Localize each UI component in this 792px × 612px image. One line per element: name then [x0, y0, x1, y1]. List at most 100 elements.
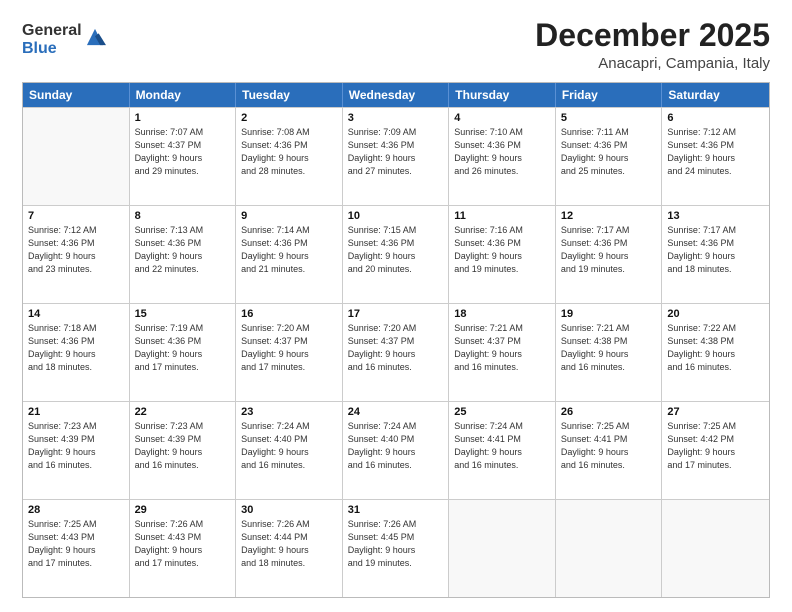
- day-number: 9: [241, 210, 337, 222]
- calendar-header: SundayMondayTuesdayWednesdayThursdayFrid…: [23, 83, 769, 107]
- day-info: Sunrise: 7:26 AM Sunset: 4:43 PM Dayligh…: [135, 518, 231, 570]
- calendar-week: 7 Sunrise: 7:12 AM Sunset: 4:36 PM Daylig…: [23, 205, 769, 303]
- day-number: 7: [28, 210, 124, 222]
- main-title: December 2025: [535, 18, 770, 53]
- day-number: 18: [454, 308, 550, 320]
- calendar-cell: 13Sunrise: 7:17 AM Sunset: 4:36 PM Dayli…: [662, 206, 769, 303]
- day-number: 11: [454, 210, 550, 222]
- header: General Blue December 2025 Anacapri, Cam…: [22, 18, 770, 72]
- day-info: Sunrise: 7:16 AM Sunset: 4:36 PM Dayligh…: [454, 224, 550, 276]
- calendar-header-cell: Monday: [130, 83, 237, 107]
- calendar-cell: [23, 108, 130, 205]
- day-number: 28: [28, 504, 124, 516]
- day-number: 13: [667, 210, 764, 222]
- calendar-cell: 15 Sunrise: 7:19 AM Sunset: 4:36 PM Dayli…: [130, 304, 237, 401]
- day-number: 10: [348, 210, 444, 222]
- day-number: 4: [454, 112, 550, 124]
- calendar-header-cell: Saturday: [662, 83, 769, 107]
- day-info: Sunrise: 7:24 AM Sunset: 4:40 PM Dayligh…: [241, 420, 337, 472]
- day-info: Sunrise: 7:20 AM Sunset: 4:37 PM Dayligh…: [348, 322, 444, 374]
- day-info: Sunrise: 7:10 AM Sunset: 4:36 PM Dayligh…: [454, 126, 550, 178]
- page: General Blue December 2025 Anacapri, Cam…: [0, 0, 792, 612]
- calendar-header-cell: Sunday: [23, 83, 130, 107]
- day-info: Sunrise: 7:23 AM Sunset: 4:39 PM Dayligh…: [28, 420, 124, 472]
- calendar-header-cell: Friday: [556, 83, 663, 107]
- calendar-header-cell: Thursday: [449, 83, 556, 107]
- day-info: Sunrise: 7:25 AM Sunset: 4:42 PM Dayligh…: [667, 420, 764, 472]
- day-number: 5: [561, 112, 657, 124]
- calendar-cell: 27 Sunrise: 7:25 AM Sunset: 4:42 PM Dayli…: [662, 402, 769, 499]
- calendar-cell: 19 Sunrise: 7:21 AM Sunset: 4:38 PM Dayli…: [556, 304, 663, 401]
- day-number: 29: [135, 504, 231, 516]
- calendar: SundayMondayTuesdayWednesdayThursdayFrid…: [22, 82, 770, 598]
- title-block: December 2025 Anacapri, Campania, Italy: [535, 18, 770, 72]
- calendar-week: 28 Sunrise: 7:25 AM Sunset: 4:43 PM Dayli…: [23, 499, 769, 597]
- day-info: Sunrise: 7:11 AM Sunset: 4:36 PM Dayligh…: [561, 126, 657, 178]
- day-info: Sunrise: 7:24 AM Sunset: 4:41 PM Dayligh…: [454, 420, 550, 472]
- calendar-week: 14 Sunrise: 7:18 AM Sunset: 4:36 PM Dayli…: [23, 303, 769, 401]
- day-info: Sunrise: 7:19 AM Sunset: 4:36 PM Dayligh…: [135, 322, 231, 374]
- day-info: Sunrise: 7:22 AM Sunset: 4:38 PM Dayligh…: [667, 322, 764, 374]
- day-number: 14: [28, 308, 124, 320]
- day-info: Sunrise: 7:21 AM Sunset: 4:37 PM Dayligh…: [454, 322, 550, 374]
- calendar-cell: 25 Sunrise: 7:24 AM Sunset: 4:41 PM Dayli…: [449, 402, 556, 499]
- day-number: 12: [561, 210, 657, 222]
- calendar-cell: 28 Sunrise: 7:25 AM Sunset: 4:43 PM Dayli…: [23, 500, 130, 597]
- calendar-header-cell: Tuesday: [236, 83, 343, 107]
- day-number: 21: [28, 406, 124, 418]
- day-info: Sunrise: 7:26 AM Sunset: 4:44 PM Dayligh…: [241, 518, 337, 570]
- calendar-cell: [662, 500, 769, 597]
- day-info: Sunrise: 7:23 AM Sunset: 4:39 PM Dayligh…: [135, 420, 231, 472]
- calendar-cell: 31Sunrise: 7:26 AM Sunset: 4:45 PM Dayli…: [343, 500, 450, 597]
- logo-blue: Blue: [22, 40, 57, 57]
- logo-inner: General Blue: [22, 22, 106, 58]
- calendar-cell: 6Sunrise: 7:12 AM Sunset: 4:36 PM Daylig…: [662, 108, 769, 205]
- calendar-cell: [449, 500, 556, 597]
- calendar-cell: [556, 500, 663, 597]
- calendar-cell: 22 Sunrise: 7:23 AM Sunset: 4:39 PM Dayli…: [130, 402, 237, 499]
- calendar-header-cell: Wednesday: [343, 83, 450, 107]
- day-number: 19: [561, 308, 657, 320]
- calendar-cell: 11 Sunrise: 7:16 AM Sunset: 4:36 PM Dayli…: [449, 206, 556, 303]
- day-info: Sunrise: 7:12 AM Sunset: 4:36 PM Dayligh…: [28, 224, 124, 276]
- day-info: Sunrise: 7:15 AM Sunset: 4:36 PM Dayligh…: [348, 224, 444, 276]
- calendar-cell: 2Sunrise: 7:08 AM Sunset: 4:36 PM Daylig…: [236, 108, 343, 205]
- calendar-cell: 26Sunrise: 7:25 AM Sunset: 4:41 PM Dayli…: [556, 402, 663, 499]
- day-info: Sunrise: 7:25 AM Sunset: 4:43 PM Dayligh…: [28, 518, 124, 570]
- calendar-cell: 20Sunrise: 7:22 AM Sunset: 4:38 PM Dayli…: [662, 304, 769, 401]
- calendar-cell: 24Sunrise: 7:24 AM Sunset: 4:40 PM Dayli…: [343, 402, 450, 499]
- calendar-cell: 8 Sunrise: 7:13 AM Sunset: 4:36 PM Daylig…: [130, 206, 237, 303]
- calendar-cell: 16Sunrise: 7:20 AM Sunset: 4:37 PM Dayli…: [236, 304, 343, 401]
- day-number: 16: [241, 308, 337, 320]
- calendar-cell: 21 Sunrise: 7:23 AM Sunset: 4:39 PM Dayli…: [23, 402, 130, 499]
- logo-general: General: [22, 22, 82, 39]
- day-number: 17: [348, 308, 444, 320]
- day-info: Sunrise: 7:18 AM Sunset: 4:36 PM Dayligh…: [28, 322, 124, 374]
- day-number: 25: [454, 406, 550, 418]
- calendar-cell: 18 Sunrise: 7:21 AM Sunset: 4:37 PM Dayli…: [449, 304, 556, 401]
- day-number: 24: [348, 406, 444, 418]
- day-info: Sunrise: 7:07 AM Sunset: 4:37 PM Dayligh…: [135, 126, 231, 178]
- day-number: 15: [135, 308, 231, 320]
- calendar-body: 1Sunrise: 7:07 AM Sunset: 4:37 PM Daylig…: [23, 107, 769, 597]
- logo-icon: [84, 26, 106, 48]
- day-info: Sunrise: 7:21 AM Sunset: 4:38 PM Dayligh…: [561, 322, 657, 374]
- calendar-week: 1Sunrise: 7:07 AM Sunset: 4:37 PM Daylig…: [23, 107, 769, 205]
- day-number: 8: [135, 210, 231, 222]
- calendar-week: 21 Sunrise: 7:23 AM Sunset: 4:39 PM Dayli…: [23, 401, 769, 499]
- day-number: 30: [241, 504, 337, 516]
- day-number: 27: [667, 406, 764, 418]
- logo-text: General Blue: [22, 22, 82, 58]
- day-number: 22: [135, 406, 231, 418]
- calendar-cell: 1Sunrise: 7:07 AM Sunset: 4:37 PM Daylig…: [130, 108, 237, 205]
- calendar-cell: 17 Sunrise: 7:20 AM Sunset: 4:37 PM Dayli…: [343, 304, 450, 401]
- sub-title: Anacapri, Campania, Italy: [535, 55, 770, 72]
- day-number: 31: [348, 504, 444, 516]
- calendar-cell: 4 Sunrise: 7:10 AM Sunset: 4:36 PM Daylig…: [449, 108, 556, 205]
- calendar-cell: 23Sunrise: 7:24 AM Sunset: 4:40 PM Dayli…: [236, 402, 343, 499]
- calendar-cell: 29 Sunrise: 7:26 AM Sunset: 4:43 PM Dayli…: [130, 500, 237, 597]
- day-info: Sunrise: 7:13 AM Sunset: 4:36 PM Dayligh…: [135, 224, 231, 276]
- day-info: Sunrise: 7:25 AM Sunset: 4:41 PM Dayligh…: [561, 420, 657, 472]
- calendar-cell: 10 Sunrise: 7:15 AM Sunset: 4:36 PM Dayli…: [343, 206, 450, 303]
- day-number: 6: [667, 112, 764, 124]
